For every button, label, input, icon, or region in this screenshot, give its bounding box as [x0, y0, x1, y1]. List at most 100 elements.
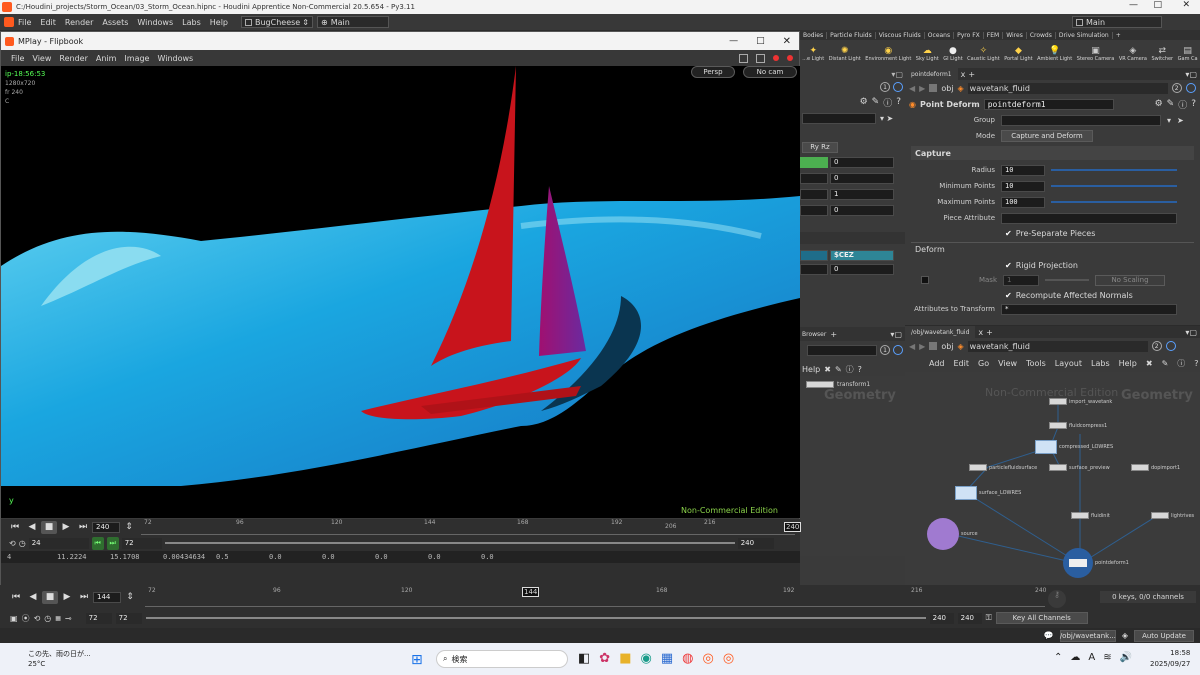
red-dot-icon[interactable]	[773, 55, 779, 61]
maximize-button[interactable]: □	[756, 36, 765, 46]
step-field-icon[interactable]: ▦	[55, 615, 61, 622]
pin-icon[interactable]: 2	[1171, 83, 1182, 93]
range-icon[interactable]: ⊸	[65, 614, 72, 623]
edge-icon[interactable]: ◉	[641, 651, 652, 666]
loop-icon[interactable]: ⟲	[9, 539, 16, 548]
network-node[interactable]: lightrives	[1151, 512, 1194, 519]
mode-menu[interactable]: Capture and Deform	[1001, 130, 1093, 142]
net-tab[interactable]: /obj/wavetank_fluid	[905, 326, 976, 338]
info-icon[interactable]: ⓘ	[883, 96, 892, 109]
minimize-button[interactable]: —	[1129, 0, 1138, 10]
link-icon[interactable]	[1165, 341, 1176, 351]
link-icon[interactable]	[893, 82, 903, 92]
volume-icon[interactable]: 🔊	[1120, 652, 1132, 663]
shelf-tab[interactable]: Viscous Fluids	[876, 31, 925, 39]
layout-icon[interactable]: ◈	[1122, 631, 1128, 640]
layout-icon[interactable]	[739, 53, 748, 63]
mid-color-swatch[interactable]	[800, 156, 828, 168]
dropdown-arrow-icon[interactable]: ▾	[1167, 116, 1171, 125]
right-desktop-selector[interactable]: Main	[1072, 16, 1162, 28]
help-icon[interactable]: ?	[858, 365, 862, 374]
param-tab[interactable]: pointdeform1	[905, 68, 958, 80]
shelf-tool[interactable]: ✦ ...e Light	[802, 46, 824, 62]
viewname-selector[interactable]: ⊕ Main	[317, 16, 389, 28]
browser-help-menu[interactable]: Help	[802, 365, 820, 374]
layout-icon[interactable]	[756, 53, 765, 63]
fb-menu-view[interactable]: View	[32, 54, 51, 63]
help-icon[interactable]: ?	[1191, 99, 1196, 109]
close-pane-icon[interactable]: ▾▢	[891, 70, 903, 79]
menu-render[interactable]: Render	[65, 18, 93, 27]
radius-slider[interactable]	[1051, 169, 1177, 171]
pane-menu-icon[interactable]: ▾▢	[1185, 70, 1197, 79]
network-node[interactable]: surface_LOWRES	[955, 486, 1021, 500]
info-icon[interactable]: ⓘ	[846, 364, 854, 375]
shelf-tool[interactable]: ▣ Stereo Camera	[1077, 46, 1115, 62]
wifi-icon[interactable]: ≋	[1103, 652, 1111, 663]
range-slider[interactable]	[145, 617, 926, 619]
search-box[interactable]: ⌕ 検索	[436, 650, 568, 668]
menu-assets[interactable]: Assets	[102, 18, 128, 27]
go-start-icon[interactable]: ⏮	[7, 521, 23, 534]
go-end-icon[interactable]: ⏭	[75, 521, 91, 534]
shelf-tool[interactable]: ▤ Gam Ca	[1178, 46, 1198, 62]
network-node[interactable]: source	[927, 518, 978, 550]
maxpts-slider[interactable]	[1051, 201, 1177, 203]
network-node[interactable]: particlefluidsurface	[969, 464, 1037, 471]
mid-field[interactable]	[800, 204, 828, 216]
net-menu-add[interactable]: Add	[929, 359, 945, 368]
minimize-button[interactable]: —	[729, 36, 738, 46]
link-icon[interactable]	[1185, 83, 1196, 93]
back-arrow-icon[interactable]: ◀	[909, 84, 915, 93]
fb-menu-windows[interactable]: Windows	[157, 54, 193, 63]
global-anim-icon[interactable]: ⦿	[22, 613, 30, 624]
shelf-tab[interactable]: Particle Fluids	[827, 31, 876, 39]
menu-help[interactable]: Help	[210, 18, 228, 27]
fb-start-field[interactable]: 72	[121, 537, 162, 549]
go-start-icon[interactable]: ⏮	[8, 591, 24, 604]
end-field[interactable]: 240	[929, 612, 954, 624]
autoupdate-menu[interactable]: Auto Update	[1134, 629, 1194, 642]
stop-icon[interactable]: ■	[42, 590, 58, 604]
mid-field[interactable]	[800, 188, 828, 200]
mid-field[interactable]: 0	[830, 156, 894, 168]
houdini-task-icon[interactable]: ◎	[723, 651, 734, 666]
realtime-icon[interactable]: ◷	[19, 539, 26, 548]
shelf-tool[interactable]: 💡 Ambient Light	[1037, 46, 1072, 62]
network-node[interactable]: fluidinit	[1071, 512, 1110, 519]
group-field[interactable]	[1001, 114, 1161, 126]
forward-arrow-icon[interactable]: ▶	[919, 342, 925, 351]
mid-field[interactable]: 0	[830, 204, 894, 216]
net-menu-edit[interactable]: Edit	[954, 359, 970, 368]
cam-menu[interactable]: No cam	[743, 66, 797, 78]
mid-field[interactable]: 0	[830, 172, 894, 184]
mask-field[interactable]: 1	[1003, 274, 1039, 286]
red-dot-icon[interactable]	[787, 55, 793, 61]
close-button[interactable]: ✕	[783, 36, 791, 47]
mid-field[interactable]	[800, 263, 828, 275]
range-start-icon[interactable]: ⏮	[91, 536, 104, 550]
node-name-field[interactable]: pointdeform1	[983, 98, 1114, 110]
end2-field[interactable]: 240	[957, 612, 982, 624]
attr-transform-field[interactable]: *	[1001, 303, 1177, 315]
browser-dropdown[interactable]	[807, 344, 877, 356]
play-back-icon[interactable]: ◀	[24, 521, 40, 534]
chrome-icon[interactable]: ◍	[682, 651, 693, 666]
wrench-icon[interactable]: ✖	[1146, 359, 1153, 368]
key-all-menu[interactable]: Key All Channels	[995, 612, 1088, 624]
current-frame-marker[interactable]: 144	[522, 587, 540, 597]
network-node-selected[interactable]: pointdeform1	[1063, 548, 1129, 578]
net-menu-tools[interactable]: Tools	[1026, 359, 1046, 368]
rot-order-menu[interactable]: Ry Rz	[802, 141, 838, 153]
presep-checkbox[interactable]: ✔	[1005, 229, 1012, 238]
fb-range-slider[interactable]	[164, 542, 735, 544]
shelf-tool[interactable]: ◆ Portal Light	[1004, 46, 1032, 62]
add-tab-icon[interactable]: +	[986, 328, 993, 337]
onedrive-icon[interactable]: ☁	[1070, 652, 1080, 663]
step-icon[interactable]: ⇕	[121, 521, 137, 534]
stop-icon[interactable]: ■	[41, 520, 57, 534]
link-icon[interactable]	[893, 345, 903, 355]
menu-file[interactable]: File	[18, 18, 31, 27]
shelf-tab[interactable]: Pyro FX	[954, 31, 984, 39]
pane-menu-icon[interactable]: ▾▢	[1185, 328, 1197, 337]
